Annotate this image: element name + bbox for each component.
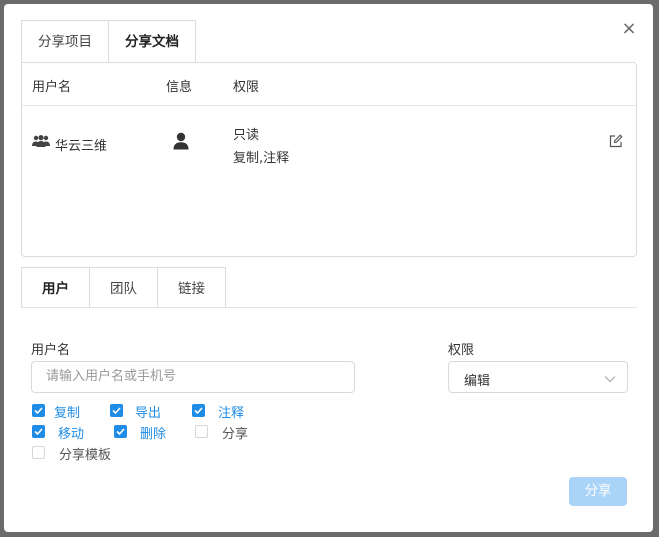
chevron-down-icon [604, 372, 616, 387]
row-permission-detail: 复制,注释 [233, 151, 290, 166]
checkbox-label: 分享 [222, 427, 249, 442]
checkbox-label: 分享模板 [59, 448, 112, 463]
share-list-panel: 用户名 信息 权限 华云三维 只读 复制,注释 [21, 62, 637, 257]
edit-icon[interactable] [609, 134, 623, 152]
user-search-input[interactable]: 请输入用户名或手机号 [31, 361, 355, 393]
column-header-permission: 权限 [233, 80, 260, 95]
tab-share-document[interactable]: 分享文档 [108, 20, 196, 62]
checkbox-box [32, 446, 45, 459]
checkbox-label: 导出 [135, 406, 162, 421]
checkbox-box [32, 404, 45, 417]
tab-teams[interactable]: 团队 [89, 267, 158, 308]
bottom-tab-bar: 用户 团队 链接 [21, 267, 226, 308]
checkbox-box [114, 425, 127, 438]
users-group-icon [32, 135, 50, 151]
checkbox-label: 复制 [54, 406, 81, 421]
person-info-icon[interactable] [173, 132, 189, 154]
share-dialog: × 分享项目 分享文档 用户名 信息 权限 华云三维 只读 复制,注释 用户 团… [4, 4, 653, 532]
row-permission-level: 只读 [233, 128, 260, 143]
checkbox-label: 注释 [218, 406, 245, 421]
checkbox-box [195, 425, 208, 438]
checkbox-box [32, 425, 45, 438]
checkbox-label: 移动 [58, 427, 85, 442]
user-field-label: 用户名 [31, 343, 71, 358]
column-header-info: 信息 [166, 80, 193, 95]
permission-select[interactable]: 编辑 [448, 361, 628, 393]
top-tab-bar: 分享项目 分享文档 [21, 20, 196, 62]
checkbox-label: 删除 [140, 427, 167, 442]
tab-divider [21, 307, 637, 308]
tab-links[interactable]: 链接 [157, 267, 226, 308]
permission-select-value: 编辑 [464, 374, 491, 389]
permission-field-label: 权限 [448, 343, 475, 358]
checkbox-box [192, 404, 205, 417]
share-submit-button[interactable]: 分享 [569, 477, 627, 506]
row-user-name: 华云三维 [55, 139, 108, 154]
close-icon[interactable]: × [621, 20, 637, 38]
checkbox-box [110, 404, 123, 417]
column-header-user: 用户名 [32, 80, 72, 95]
tab-users[interactable]: 用户 [21, 267, 90, 308]
table-header: 用户名 信息 权限 [22, 63, 636, 106]
tab-share-project[interactable]: 分享项目 [21, 20, 109, 62]
